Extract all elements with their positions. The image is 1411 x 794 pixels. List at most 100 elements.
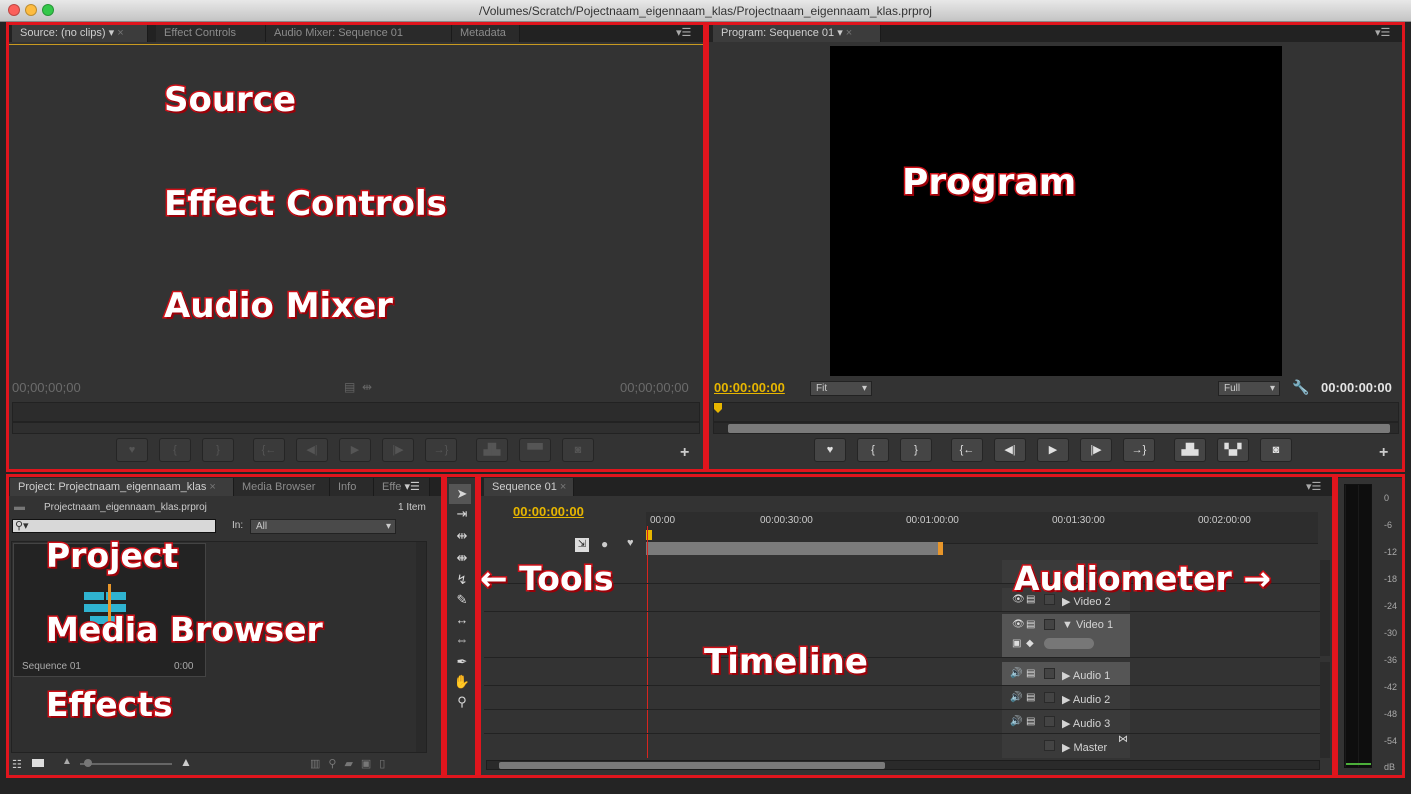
track-video-1[interactable]: 👁 ▤ ▼ Video 1 ▣ ◆ xyxy=(484,614,1320,658)
bin-footer-icons[interactable]: ▥⚲▰▣▯ xyxy=(310,757,393,770)
settings-icons[interactable]: ▤ ⇹ xyxy=(344,380,372,394)
panel-menu-icon[interactable]: ▾☰ xyxy=(1375,26,1390,39)
scrollbar-thumb[interactable] xyxy=(728,424,1390,433)
zoom-out-icon[interactable]: ▲ xyxy=(62,756,72,767)
tab-info[interactable]: Info xyxy=(330,478,374,496)
zoom-slider[interactable] xyxy=(80,763,172,765)
keyframe-icon[interactable]: ◆ xyxy=(1026,638,1034,649)
search-input[interactable]: ⚲▾ xyxy=(12,519,216,533)
track-audio-1[interactable]: 🔊 ▤ ▶ Audio 1 xyxy=(484,662,1320,686)
slip-tool-icon[interactable]: ↔ xyxy=(451,610,473,630)
program-lift-button[interactable]: ▟▙ xyxy=(1174,438,1206,462)
timeline-ruler[interactable]: 00:00 00:00:30:00 00:01:00:00 00:01:30:0… xyxy=(646,512,1318,555)
source-play-button[interactable]: ▶ xyxy=(339,438,371,462)
add-marker-icon[interactable]: ♥ xyxy=(627,537,634,549)
sync-lock-icon[interactable]: ▤ xyxy=(1026,716,1035,727)
add-button-icon[interactable]: + xyxy=(1379,444,1388,462)
scrollbar-thumb[interactable] xyxy=(499,762,885,769)
program-goto-out-button[interactable]: →} xyxy=(1123,438,1155,462)
tab-close-icon[interactable]: × xyxy=(560,481,566,493)
source-mark-out-button[interactable]: } xyxy=(202,438,234,462)
zoom-tool-icon[interactable]: ⚲ xyxy=(451,692,473,712)
tab-source[interactable]: Source: (no clips) ▾ × xyxy=(12,24,148,42)
rolling-edit-tool-icon[interactable]: ⇼ xyxy=(451,548,473,568)
source-goto-out-button[interactable]: →} xyxy=(425,438,457,462)
in-filter-dropdown[interactable]: All ▾ xyxy=(250,519,396,534)
snap-icon[interactable]: ⇲ xyxy=(575,538,589,552)
panel-menu-icon[interactable]: ▾☰ xyxy=(1306,480,1321,493)
track-name[interactable]: ▼ Video 1 xyxy=(1062,619,1113,631)
zoom-in-icon[interactable]: ▲ xyxy=(180,755,192,769)
tab-project[interactable]: Project: Projectnaam_eigennaam_klas × xyxy=(10,478,234,496)
program-ruler[interactable] xyxy=(713,402,1399,422)
work-area-end-handle[interactable] xyxy=(938,542,943,555)
keyframe-nav[interactable] xyxy=(1044,638,1094,649)
lock-toggle[interactable] xyxy=(1044,740,1055,751)
selection-tool-icon[interactable]: ➤ xyxy=(451,484,473,504)
sync-lock-icon[interactable]: ▤ xyxy=(1026,619,1035,630)
program-timecode-left[interactable]: 00:00:00:00 xyxy=(714,380,785,395)
program-play-button[interactable]: ▶ xyxy=(1037,438,1069,462)
track-audio-2[interactable]: 🔊 ▤ ▶ Audio 2 xyxy=(484,686,1320,710)
razor-tool-icon[interactable]: ✎ xyxy=(451,590,473,610)
fit-dropdown[interactable]: Fit ▾ xyxy=(810,381,872,396)
track-select-tool-icon[interactable]: ⇥ xyxy=(451,504,473,524)
source-export-frame-button[interactable]: ◙ xyxy=(562,438,594,462)
slide-tool-icon[interactable]: ⇔ xyxy=(451,630,473,650)
playhead-icon[interactable] xyxy=(714,403,722,413)
track-name[interactable]: ▶ Audio 3 xyxy=(1062,717,1110,730)
source-marker-button[interactable]: ♥ xyxy=(116,438,148,462)
source-scrollbar[interactable] xyxy=(12,422,700,434)
tab-close-icon[interactable]: × xyxy=(117,27,123,39)
pen-tool-icon[interactable]: ✒ xyxy=(451,652,473,672)
audio-tracks-scrollbar[interactable] xyxy=(1320,662,1330,758)
work-area-bar[interactable] xyxy=(646,542,942,555)
tab-program[interactable]: Program: Sequence 01 ▾ × xyxy=(713,24,881,42)
program-step-back-button[interactable]: ◀| xyxy=(994,438,1026,462)
source-step-forward-button[interactable]: |▶ xyxy=(382,438,414,462)
timeline-h-scrollbar[interactable] xyxy=(486,760,1320,770)
lock-toggle[interactable] xyxy=(1044,619,1055,630)
program-scrollbar[interactable] xyxy=(713,422,1399,434)
lock-toggle[interactable] xyxy=(1044,716,1055,727)
tab-menu-icon[interactable]: ▾ xyxy=(837,27,843,39)
sync-lock-icon[interactable]: ▤ xyxy=(1026,692,1035,703)
panel-menu-icon[interactable]: ▾☰ xyxy=(676,26,691,39)
video-tracks-scrollbar[interactable] xyxy=(1320,560,1330,656)
source-step-back-button[interactable]: ◀| xyxy=(296,438,328,462)
icon-view-icon[interactable] xyxy=(30,757,46,769)
source-timecode-left[interactable]: 00;00;00;00 xyxy=(12,380,81,395)
sync-lock-icon[interactable]: ▤ xyxy=(1026,668,1035,679)
program-extract-button[interactable]: ▚▞ xyxy=(1217,438,1249,462)
track-name[interactable]: ▶ Audio 2 xyxy=(1062,693,1110,706)
hand-tool-icon[interactable]: ✋ xyxy=(451,672,473,692)
tab-audio-mixer[interactable]: Audio Mixer: Sequence 01 xyxy=(266,24,452,42)
zoom-slider-handle[interactable] xyxy=(84,759,92,767)
program-step-forward-button[interactable]: |▶ xyxy=(1080,438,1112,462)
tab-sequence[interactable]: Sequence 01 × xyxy=(484,478,574,496)
rate-stretch-tool-icon[interactable]: ↯ xyxy=(451,570,473,590)
track-audio-3[interactable]: 🔊 ▤ ▶ Audio 3 xyxy=(484,710,1320,734)
keyframe-display-icon[interactable]: ▣ xyxy=(1012,638,1021,649)
tab-effect-controls[interactable]: Effect Controls xyxy=(156,24,266,42)
quality-dropdown[interactable]: Full ▾ xyxy=(1218,381,1280,396)
collapse-icon[interactable]: ⋈ xyxy=(1118,734,1128,745)
add-button-icon[interactable]: + xyxy=(680,444,689,462)
lock-toggle[interactable] xyxy=(1044,668,1055,679)
source-overwrite-button[interactable]: ▀▀ xyxy=(519,438,551,462)
bin-scrollbar[interactable] xyxy=(416,542,426,752)
program-goto-in-button[interactable]: {← xyxy=(951,438,983,462)
source-insert-button[interactable]: ▟▙ xyxy=(476,438,508,462)
program-export-frame-button[interactable]: ◙ xyxy=(1260,438,1292,462)
speaker-icon[interactable]: 🔊 xyxy=(1010,692,1022,703)
track-name[interactable]: ▶ Audio 1 xyxy=(1062,669,1110,682)
lock-toggle[interactable] xyxy=(1044,692,1055,703)
source-mark-in-button[interactable]: { xyxy=(159,438,191,462)
program-monitor[interactable] xyxy=(830,46,1282,376)
source-goto-in-button[interactable]: {← xyxy=(253,438,285,462)
linked-selection-icon[interactable]: ● xyxy=(601,537,608,551)
eye-icon[interactable]: 👁 xyxy=(1012,619,1025,630)
tab-menu-icon[interactable]: ▾ xyxy=(109,27,115,39)
tab-metadata[interactable]: Metadata xyxy=(452,24,520,42)
tab-close-icon[interactable]: × xyxy=(846,27,852,39)
